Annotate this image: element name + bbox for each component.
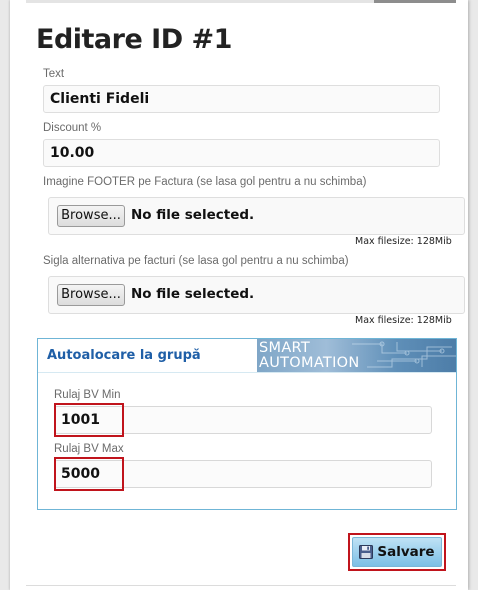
save-button-highlight: Salvare [348, 533, 446, 571]
logo-text-line2: AUTOMATION [259, 355, 360, 371]
text-input[interactable]: Clienti Fideli [43, 85, 440, 113]
rulaj-min-highlight [54, 403, 124, 437]
footer-image-file-input: Browse... No file selected. [48, 197, 465, 235]
auto-group-header: Autoalocare la grupă SMART AUTOMATION [38, 339, 456, 373]
auto-group-title: Autoalocare la grupă [47, 348, 201, 363]
footer-image-label: Imagine FOOTER pe Factura (se lasa gol p… [43, 176, 367, 188]
rulaj-max-label: Rulaj BV Max [54, 443, 124, 455]
rulaj-min-label: Rulaj BV Min [54, 389, 121, 401]
save-button-label: Salvare [377, 544, 435, 560]
bottom-divider [26, 585, 456, 586]
discount-input[interactable]: 10.00 [43, 139, 440, 167]
alt-logo-browse-button[interactable]: Browse... [57, 284, 125, 306]
footer-image-max-filesize: Max filesize: 128Mib [355, 236, 452, 247]
footer-image-browse-button[interactable]: Browse... [57, 205, 125, 227]
alt-logo-max-filesize: Max filesize: 128Mib [355, 315, 452, 326]
rulaj-max-highlight [54, 457, 124, 491]
alt-logo-label: Sigla alternativa pe facturi (se lasa go… [43, 255, 349, 267]
discount-label: Discount % [43, 122, 102, 134]
footer-image-file-status: No file selected. [131, 207, 255, 223]
floppy-disk-icon [359, 545, 374, 559]
logo-text-line1: SMART [259, 340, 311, 356]
page-title: Editare ID #1 [36, 24, 232, 55]
text-label: Text [43, 68, 65, 80]
save-button[interactable]: Salvare [352, 537, 442, 567]
top-tab-indicator [374, 0, 456, 3]
smart-automation-logo: SMART AUTOMATION [257, 339, 456, 372]
alt-logo-file-status: No file selected. [131, 286, 255, 302]
alt-logo-file-input: Browse... No file selected. [48, 276, 465, 314]
